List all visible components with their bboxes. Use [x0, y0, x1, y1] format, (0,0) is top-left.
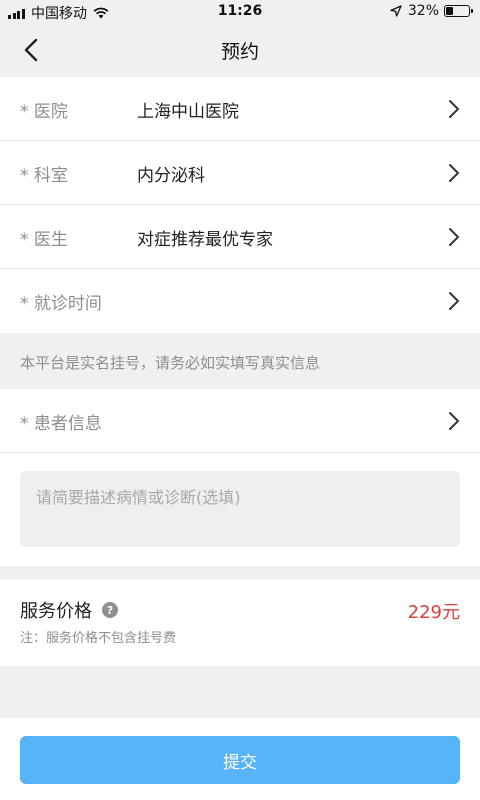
location-arrow-icon [390, 5, 402, 17]
price-section: 服务价格 ? 229元 注：服务价格不包含挂号费 [0, 580, 480, 666]
visit-time-row[interactable]: * 就诊时间 [0, 269, 480, 333]
department-value: 内分泌科 [137, 166, 205, 186]
status-bar: 中国移动 11:26 32% [0, 0, 480, 24]
help-icon[interactable]: ? [102, 602, 118, 618]
chevron-right-icon [449, 412, 459, 430]
patient-info-row[interactable]: * 患者信息 [0, 389, 480, 453]
hospital-row[interactable]: * 医院 上海中山医院 [0, 77, 480, 141]
doctor-value: 对症推荐最优专家 [137, 230, 273, 250]
battery-tip [471, 9, 473, 13]
battery-fill [446, 7, 453, 15]
price-label-group: 服务价格 ? [20, 597, 118, 623]
chevron-right-icon [449, 292, 459, 310]
status-right: 32% [390, 3, 473, 19]
department-label: * 科室 [20, 166, 68, 186]
price-label: 服务价格 [20, 601, 92, 622]
hospital-value: 上海中山医院 [137, 102, 239, 122]
chevron-right-icon [449, 100, 459, 118]
visit-time-label: * 就诊时间 [20, 294, 102, 314]
page-title: 预约 [220, 41, 259, 63]
price-note: 注：服务价格不包含挂号费 [20, 631, 177, 646]
chevron-right-icon [449, 228, 459, 246]
bottom-bar: 提交 [0, 718, 480, 800]
department-row[interactable]: * 科室 内分泌科 [0, 141, 480, 205]
doctor-label: * 医生 [20, 230, 68, 250]
description-section [0, 453, 480, 566]
submit-button[interactable]: 提交 [20, 736, 460, 784]
price-value: 229元 [407, 602, 460, 623]
nav-bar: 预约 [0, 24, 480, 76]
condition-description-input[interactable] [20, 471, 460, 547]
chevron-right-icon [449, 164, 459, 182]
hospital-label: * 医院 [20, 102, 68, 122]
doctor-row[interactable]: * 医生 对症推荐最优专家 [0, 205, 480, 269]
patient-info-label: * 患者信息 [20, 414, 102, 434]
battery-icon [444, 5, 473, 17]
real-name-notice: 本平台是实名挂号，请务必如实填写真实信息 [0, 333, 480, 389]
battery-percent: 32% [407, 3, 439, 19]
